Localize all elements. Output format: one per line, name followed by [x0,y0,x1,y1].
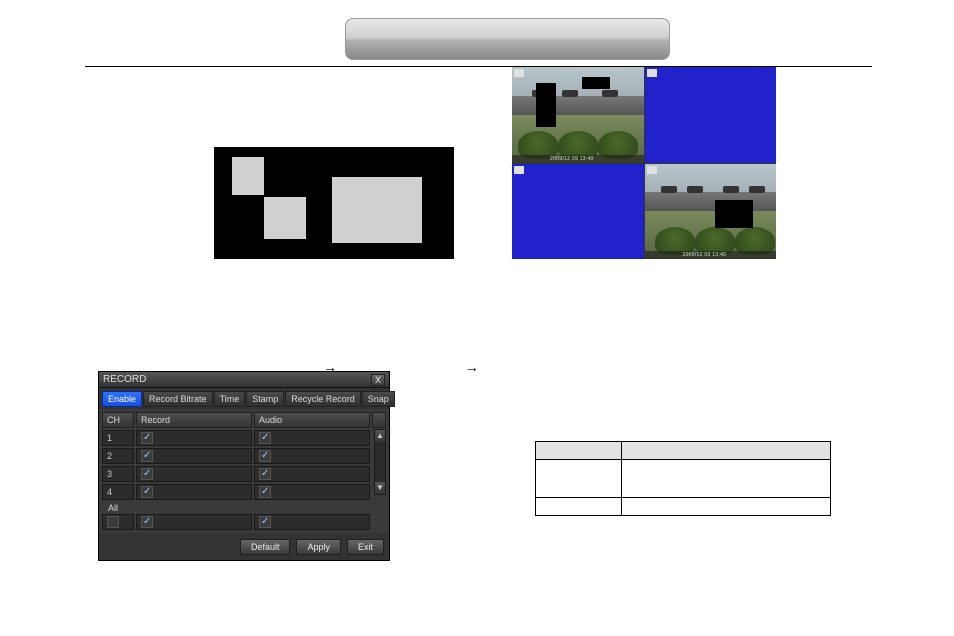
table-row [536,498,831,516]
apply-button[interactable]: Apply [296,539,341,555]
mask-region-3 [332,177,422,243]
window-title: RECORD [103,374,146,385]
mask-block [715,200,753,228]
param-header-2 [622,442,831,460]
audio-cell [254,448,370,464]
default-button[interactable]: Default [240,539,291,555]
record-indicator-icon [647,69,657,77]
audio-cell [254,484,370,500]
all-audio-checkbox[interactable] [259,516,271,528]
table-row: 1 [102,429,386,447]
record-indicator-icon [514,166,524,174]
privacy-mask-diagram [214,147,454,259]
tab-time[interactable]: Time [214,391,246,407]
record-checkbox[interactable] [141,450,153,462]
tab-recycle-record[interactable]: Recycle Record [285,391,361,407]
ch-cell: 2 [102,448,134,464]
tab-enable[interactable]: Enable [102,391,142,407]
audio-checkbox[interactable] [259,468,271,480]
audio-cell [254,466,370,482]
window-button-row: Default Apply Exit [99,533,389,560]
table-row: 2 [102,447,386,465]
mask-block [582,77,610,89]
mask-block [536,83,556,127]
record-grid: CH Record Audio 1 2 3 [99,409,389,533]
scene [645,164,777,260]
tab-stamp[interactable]: Stamp [246,391,284,407]
table-row: 4 [102,483,386,501]
record-settings-window: RECORD X Enable Record Bitrate Time Stam… [98,371,390,561]
record-checkbox[interactable] [141,486,153,498]
all-master-checkbox[interactable] [107,516,119,528]
all-row [102,513,386,531]
param-cell [536,498,622,516]
tab-snap[interactable]: Snap [362,391,395,407]
record-indicator-icon [647,166,657,174]
record-cell [136,466,252,482]
scroll-down-icon[interactable]: ▼ [375,482,385,494]
scroll-up-icon[interactable]: ▲ [375,430,385,442]
mask-region-1 [232,157,264,195]
quad-pane-4: 2009/12 09 13:40 [645,164,777,260]
osd-timestamp: 2009/12 09 13:40 [645,251,777,259]
quad-pane-1: 2009/12 09 13:40 [512,67,644,163]
exit-button[interactable]: Exit [347,539,384,555]
vertical-scrollbar[interactable]: ▲ ▼ [374,429,386,495]
table-row [536,460,831,498]
quad-pane-3 [512,164,644,260]
audio-checkbox[interactable] [259,450,271,462]
audio-cell [254,430,370,446]
param-cell [622,498,831,516]
all-record-cell [136,514,252,530]
parameter-table [535,441,831,516]
param-cell [536,460,622,498]
osd-timestamp: 2009/12 09 13:40 [512,155,644,163]
page-header-pill [345,18,670,60]
record-cell [136,430,252,446]
scene [512,67,644,163]
param-cell [622,460,831,498]
record-checkbox[interactable] [141,432,153,444]
ch-cell: 3 [102,466,134,482]
quad-pane-2 [645,67,777,163]
all-label: All [102,501,386,513]
all-record-checkbox[interactable] [141,516,153,528]
col-header-record: Record [136,412,252,428]
mask-region-2 [264,197,306,239]
record-checkbox[interactable] [141,468,153,480]
ch-cell: 4 [102,484,134,500]
tab-bar: Enable Record Bitrate Time Stamp Recycle… [99,388,389,409]
record-cell [136,484,252,500]
all-audio-cell [254,514,370,530]
table-row: 3 [102,465,386,483]
record-indicator-icon [514,69,524,77]
close-button[interactable]: X [371,374,385,386]
arrow-right-icon: → [465,359,479,375]
col-header-ch: CH [102,412,134,428]
audio-checkbox[interactable] [259,486,271,498]
param-header-1 [536,442,622,460]
tab-record-bitrate[interactable]: Record Bitrate [143,391,213,407]
record-cell [136,448,252,464]
all-master-cell [102,514,134,530]
live-quad-view: 2009/12 09 13:40 2009/12 09 13:40 [512,67,776,259]
ch-cell: 1 [102,430,134,446]
window-titlebar: RECORD X [99,372,389,388]
col-header-audio: Audio [254,412,370,428]
audio-checkbox[interactable] [259,432,271,444]
